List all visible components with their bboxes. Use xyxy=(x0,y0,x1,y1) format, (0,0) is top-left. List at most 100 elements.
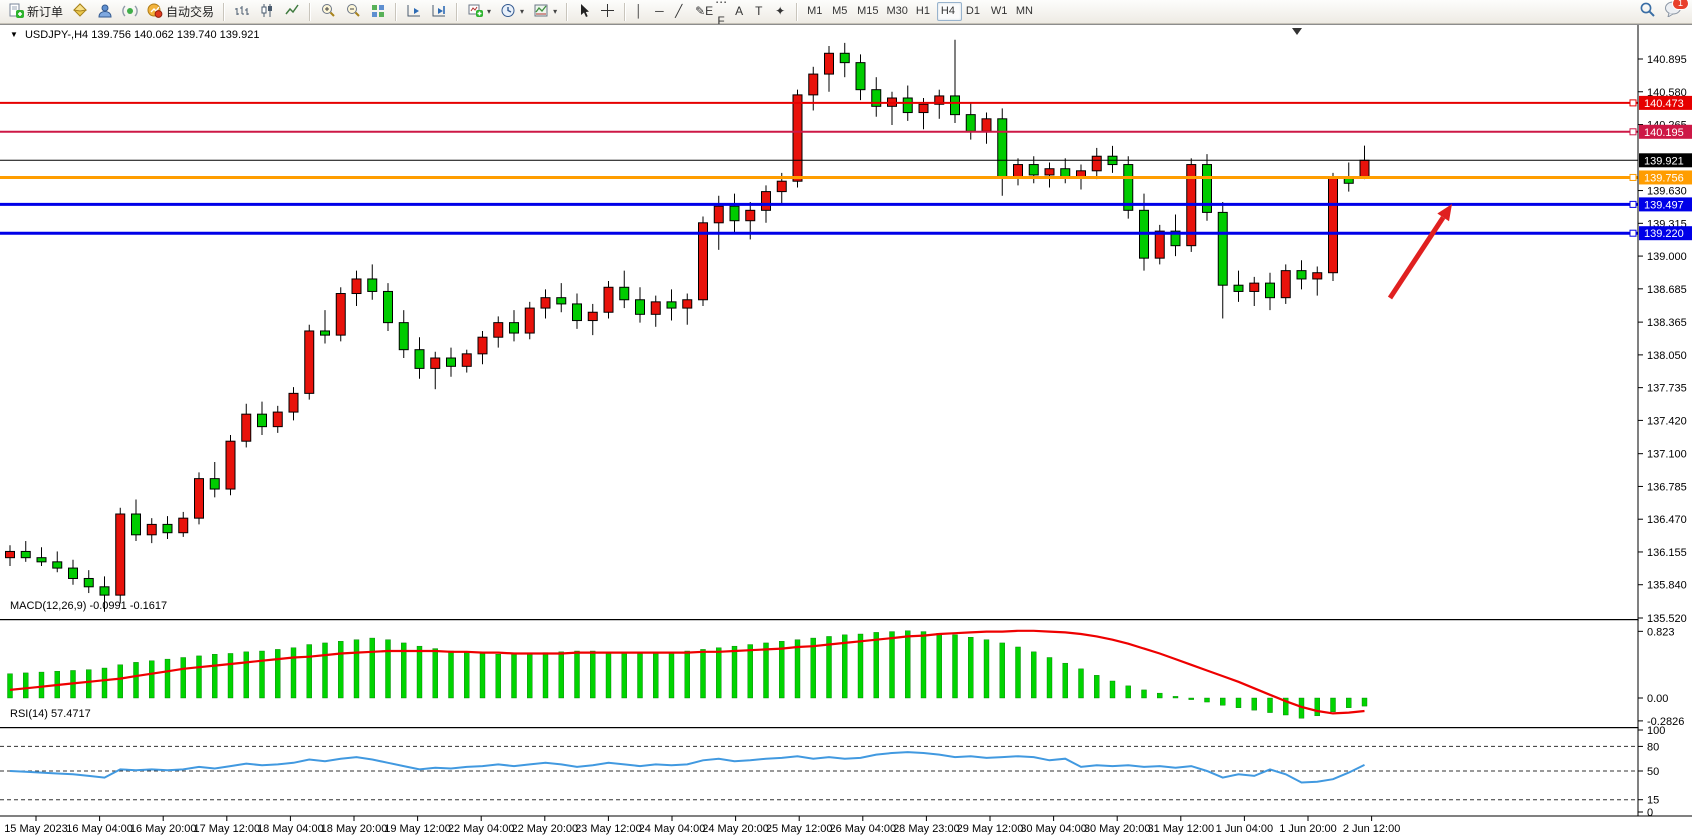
auto-scroll-button[interactable] xyxy=(402,1,426,22)
svg-text:1 Jun 20:00: 1 Jun 20:00 xyxy=(1279,823,1337,835)
svg-text:22 May 20:00: 22 May 20:00 xyxy=(511,823,578,835)
chat-badge: 1 xyxy=(1672,0,1689,10)
candle xyxy=(793,95,802,181)
chart-window[interactable]: 140.895140.580140.265139.630139.315139.0… xyxy=(0,24,1692,837)
text-tool[interactable]: A xyxy=(731,2,751,21)
candle xyxy=(226,441,235,489)
candle xyxy=(258,414,267,426)
search-icon[interactable] xyxy=(1639,1,1656,23)
template-icon xyxy=(533,3,549,21)
text-label-tool[interactable]: T xyxy=(751,2,771,21)
svg-text:22 May 04:00: 22 May 04:00 xyxy=(448,823,515,835)
candle xyxy=(714,206,723,223)
timeframe-button-H4[interactable]: H4 xyxy=(937,2,962,21)
cursor-icon xyxy=(577,3,591,21)
timeframe-button-MN[interactable]: MN xyxy=(1012,2,1037,21)
signal-button[interactable] xyxy=(118,1,142,22)
timeframe-button-D1[interactable]: D1 xyxy=(962,2,987,21)
toolbar-separator xyxy=(624,3,626,21)
candle xyxy=(588,312,597,320)
candle xyxy=(1029,165,1038,175)
candle xyxy=(384,291,393,322)
clock-icon xyxy=(500,3,516,21)
candle xyxy=(368,279,377,291)
vertical-line-tool[interactable]: │ xyxy=(631,2,651,21)
trendline-tool[interactable]: ╱ xyxy=(671,2,691,21)
candle xyxy=(825,53,834,74)
autotrading-button[interactable]: 自动交易 xyxy=(143,1,218,22)
candle xyxy=(69,568,78,578)
svg-text:100: 100 xyxy=(1647,725,1665,737)
candle xyxy=(273,412,282,427)
svg-text:30 May 20:00: 30 May 20:00 xyxy=(1084,823,1151,835)
candle xyxy=(998,119,1007,177)
candle xyxy=(1313,273,1322,279)
autotrading-icon xyxy=(147,3,163,21)
price-chart-canvas[interactable]: 140.895140.580140.265139.630139.315139.0… xyxy=(0,25,1692,838)
svg-text:139.497: 139.497 xyxy=(1644,199,1684,211)
timeframe-button-W1[interactable]: W1 xyxy=(987,2,1012,21)
svg-text:2 Jun 12:00: 2 Jun 12:00 xyxy=(1343,823,1401,835)
timeframe-button-M15[interactable]: M15 xyxy=(853,2,882,21)
line-chart-mode-button[interactable] xyxy=(280,1,304,22)
publish-button[interactable] xyxy=(93,1,117,22)
cursor-button[interactable] xyxy=(573,1,595,22)
timeframe-button-M1[interactable]: M1 xyxy=(803,2,828,21)
candle xyxy=(1266,283,1275,298)
timeframe-button-M5[interactable]: M5 xyxy=(828,2,853,21)
horizontal-line-tool[interactable]: ─ xyxy=(651,2,671,21)
chart-collapse-icon[interactable]: ▼ xyxy=(10,30,18,39)
candle xyxy=(541,298,550,308)
svg-text:19 May 12:00: 19 May 12:00 xyxy=(384,823,451,835)
styles-button[interactable] xyxy=(68,1,92,22)
svg-text:26 May 04:00: 26 May 04:00 xyxy=(829,823,896,835)
fibonacci-tool[interactable]: ⋯F xyxy=(711,2,731,21)
svg-text:139.756: 139.756 xyxy=(1644,172,1684,184)
tile-windows-button[interactable] xyxy=(366,1,390,22)
dropdown-caret-icon: ▾ xyxy=(553,7,557,16)
candle xyxy=(1297,271,1306,279)
svg-text:140.195: 140.195 xyxy=(1644,127,1684,139)
timeframe-button-M30[interactable]: M30 xyxy=(882,2,911,21)
svg-text:28 May 23:00: 28 May 23:00 xyxy=(893,823,960,835)
toolbar-separator xyxy=(796,3,798,21)
svg-text:137.735: 137.735 xyxy=(1647,383,1687,395)
zoom-in-icon xyxy=(320,3,336,21)
svg-text:137.100: 137.100 xyxy=(1647,449,1687,461)
svg-text:139.630: 139.630 xyxy=(1647,186,1687,198)
publish-icon xyxy=(97,3,113,21)
new-chart-button[interactable]: ▾ xyxy=(463,1,495,22)
candlestick-mode-button[interactable] xyxy=(255,1,279,22)
timeframe-button-H1[interactable]: H1 xyxy=(912,2,937,21)
candle xyxy=(762,192,771,211)
periods-button[interactable]: ▾ xyxy=(496,1,528,22)
candle xyxy=(809,74,818,95)
svg-text:18 May 04:00: 18 May 04:00 xyxy=(257,823,324,835)
candle xyxy=(336,294,345,336)
candle xyxy=(305,331,314,393)
candle xyxy=(840,53,849,62)
candle xyxy=(951,96,960,115)
bar-chart-mode-button[interactable] xyxy=(230,1,254,22)
zoom-in-button[interactable] xyxy=(316,1,340,22)
svg-text:139.000: 139.000 xyxy=(1647,251,1687,263)
candle xyxy=(352,279,361,294)
templates-button[interactable]: ▾ xyxy=(529,1,561,22)
equidistant-channel-tool[interactable]: ✎E xyxy=(691,2,711,21)
candle xyxy=(746,210,755,220)
new-order-button[interactable]: 新订单 xyxy=(4,1,67,22)
toolbar: 新订单 自动交易 xyxy=(0,0,1692,24)
candle xyxy=(1281,271,1290,298)
svg-text:137.420: 137.420 xyxy=(1647,415,1687,427)
chart-shift-button[interactable] xyxy=(427,1,451,22)
auto-scroll-icon xyxy=(406,3,422,21)
svg-text:16 May 04:00: 16 May 04:00 xyxy=(66,823,133,835)
candle xyxy=(573,304,582,321)
zoom-out-button[interactable] xyxy=(341,1,365,22)
svg-text:135.520: 135.520 xyxy=(1647,613,1687,625)
svg-text:15: 15 xyxy=(1647,795,1659,807)
crosshair-button[interactable] xyxy=(596,1,619,22)
candle xyxy=(510,323,519,333)
arrows-tool[interactable]: ✦ xyxy=(771,2,791,21)
chat-button[interactable]: 1 xyxy=(1664,1,1682,22)
